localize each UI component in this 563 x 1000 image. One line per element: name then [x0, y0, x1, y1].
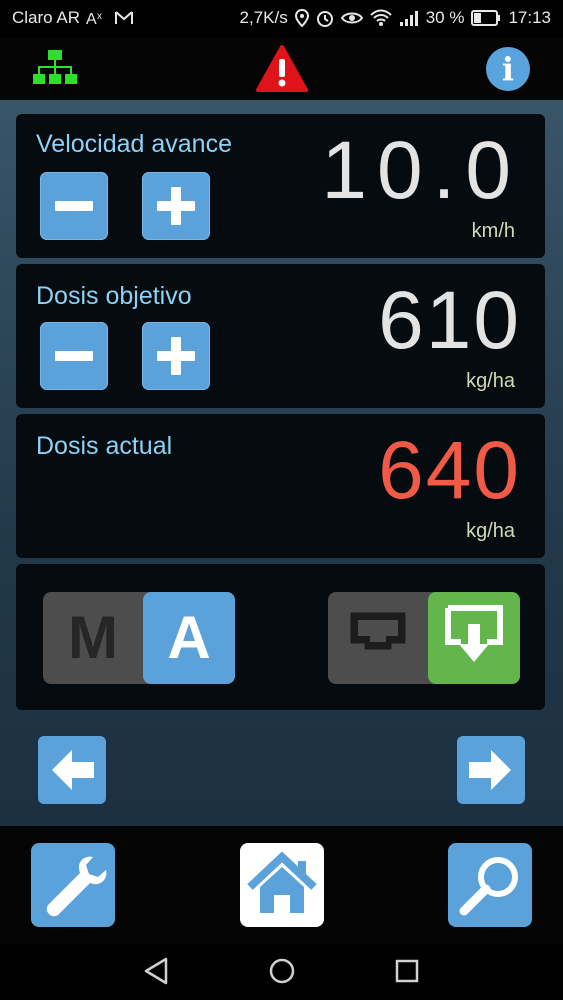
velocidad-card: Velocidad avance 10.0 km/h [16, 114, 545, 258]
velocidad-minus-button[interactable] [40, 172, 108, 240]
app-bar: i [0, 38, 563, 100]
warning-icon[interactable] [256, 44, 308, 94]
tray-icon [350, 612, 406, 650]
velocidad-plus-button[interactable] [142, 172, 210, 240]
tray-button[interactable] [328, 592, 428, 684]
location-icon [294, 9, 309, 27]
search-button[interactable] [448, 843, 532, 927]
download-button[interactable] [428, 592, 520, 684]
network-speed: 2,7K/s [239, 8, 288, 27]
arrow-left-icon [52, 750, 94, 790]
alarm-icon [316, 11, 333, 27]
dosis-objetivo-label: Dosis objetivo [36, 282, 192, 310]
manual-mode-button[interactable]: M [43, 592, 143, 684]
mode-card: M A [16, 564, 545, 710]
system-nav [0, 944, 563, 1000]
back-icon[interactable] [142, 956, 170, 986]
home-button[interactable] [240, 843, 324, 927]
minus-icon [55, 351, 93, 361]
home-icon [247, 851, 317, 913]
wifi-icon [369, 9, 392, 26]
clock: 17:13 [508, 8, 551, 27]
info-icon[interactable]: i [486, 47, 530, 91]
auto-mode-button[interactable]: A [143, 592, 235, 684]
status-bar: Claro AR A x 2,7K/s 30 % 17:13 [0, 0, 563, 38]
output-toggle [328, 592, 520, 684]
carrier-name: Claro AR [12, 8, 81, 27]
svg-text:A: A [86, 11, 97, 27]
translate-icon: A x [86, 11, 102, 27]
velocidad-value: 10.0 [321, 125, 521, 216]
dosis-plus-button[interactable] [142, 322, 210, 390]
network-icon[interactable] [32, 46, 78, 92]
dosis-objetivo-card: Dosis objetivo 610 kg/ha [16, 264, 545, 408]
recents-icon[interactable] [393, 956, 421, 986]
velocidad-label: Velocidad avance [36, 130, 232, 158]
prev-button[interactable] [38, 736, 106, 804]
dosis-actual-unit: kg/ha [466, 520, 515, 542]
signal-icon [399, 11, 418, 26]
gmail-icon [115, 11, 134, 24]
settings-button[interactable] [31, 843, 115, 927]
main-panel: Velocidad avance 10.0 km/h Dosis objetiv… [0, 100, 563, 826]
dosis-minus-button[interactable] [40, 322, 108, 390]
minus-icon [55, 201, 93, 211]
next-button[interactable] [457, 736, 525, 804]
dosis-actual-label: Dosis actual [36, 432, 173, 460]
eye-icon [340, 12, 363, 24]
arrow-right-icon [469, 750, 511, 790]
wrench-icon [46, 856, 107, 917]
download-icon [445, 605, 503, 662]
battery-percent: 30 % [425, 8, 465, 27]
bottom-nav [0, 826, 563, 944]
velocidad-unit: km/h [471, 220, 515, 242]
dosis-objetivo-unit: kg/ha [466, 370, 515, 392]
search-icon [459, 857, 518, 916]
dosis-objetivo-value: 610 [378, 275, 521, 366]
home-nav-icon[interactable] [267, 956, 297, 986]
svg-text:x: x [97, 11, 102, 22]
battery-icon [471, 10, 501, 26]
dosis-actual-value: 640 [378, 425, 521, 516]
mode-toggle: M A [43, 592, 235, 684]
dosis-actual-card: Dosis actual 640 kg/ha [16, 414, 545, 558]
